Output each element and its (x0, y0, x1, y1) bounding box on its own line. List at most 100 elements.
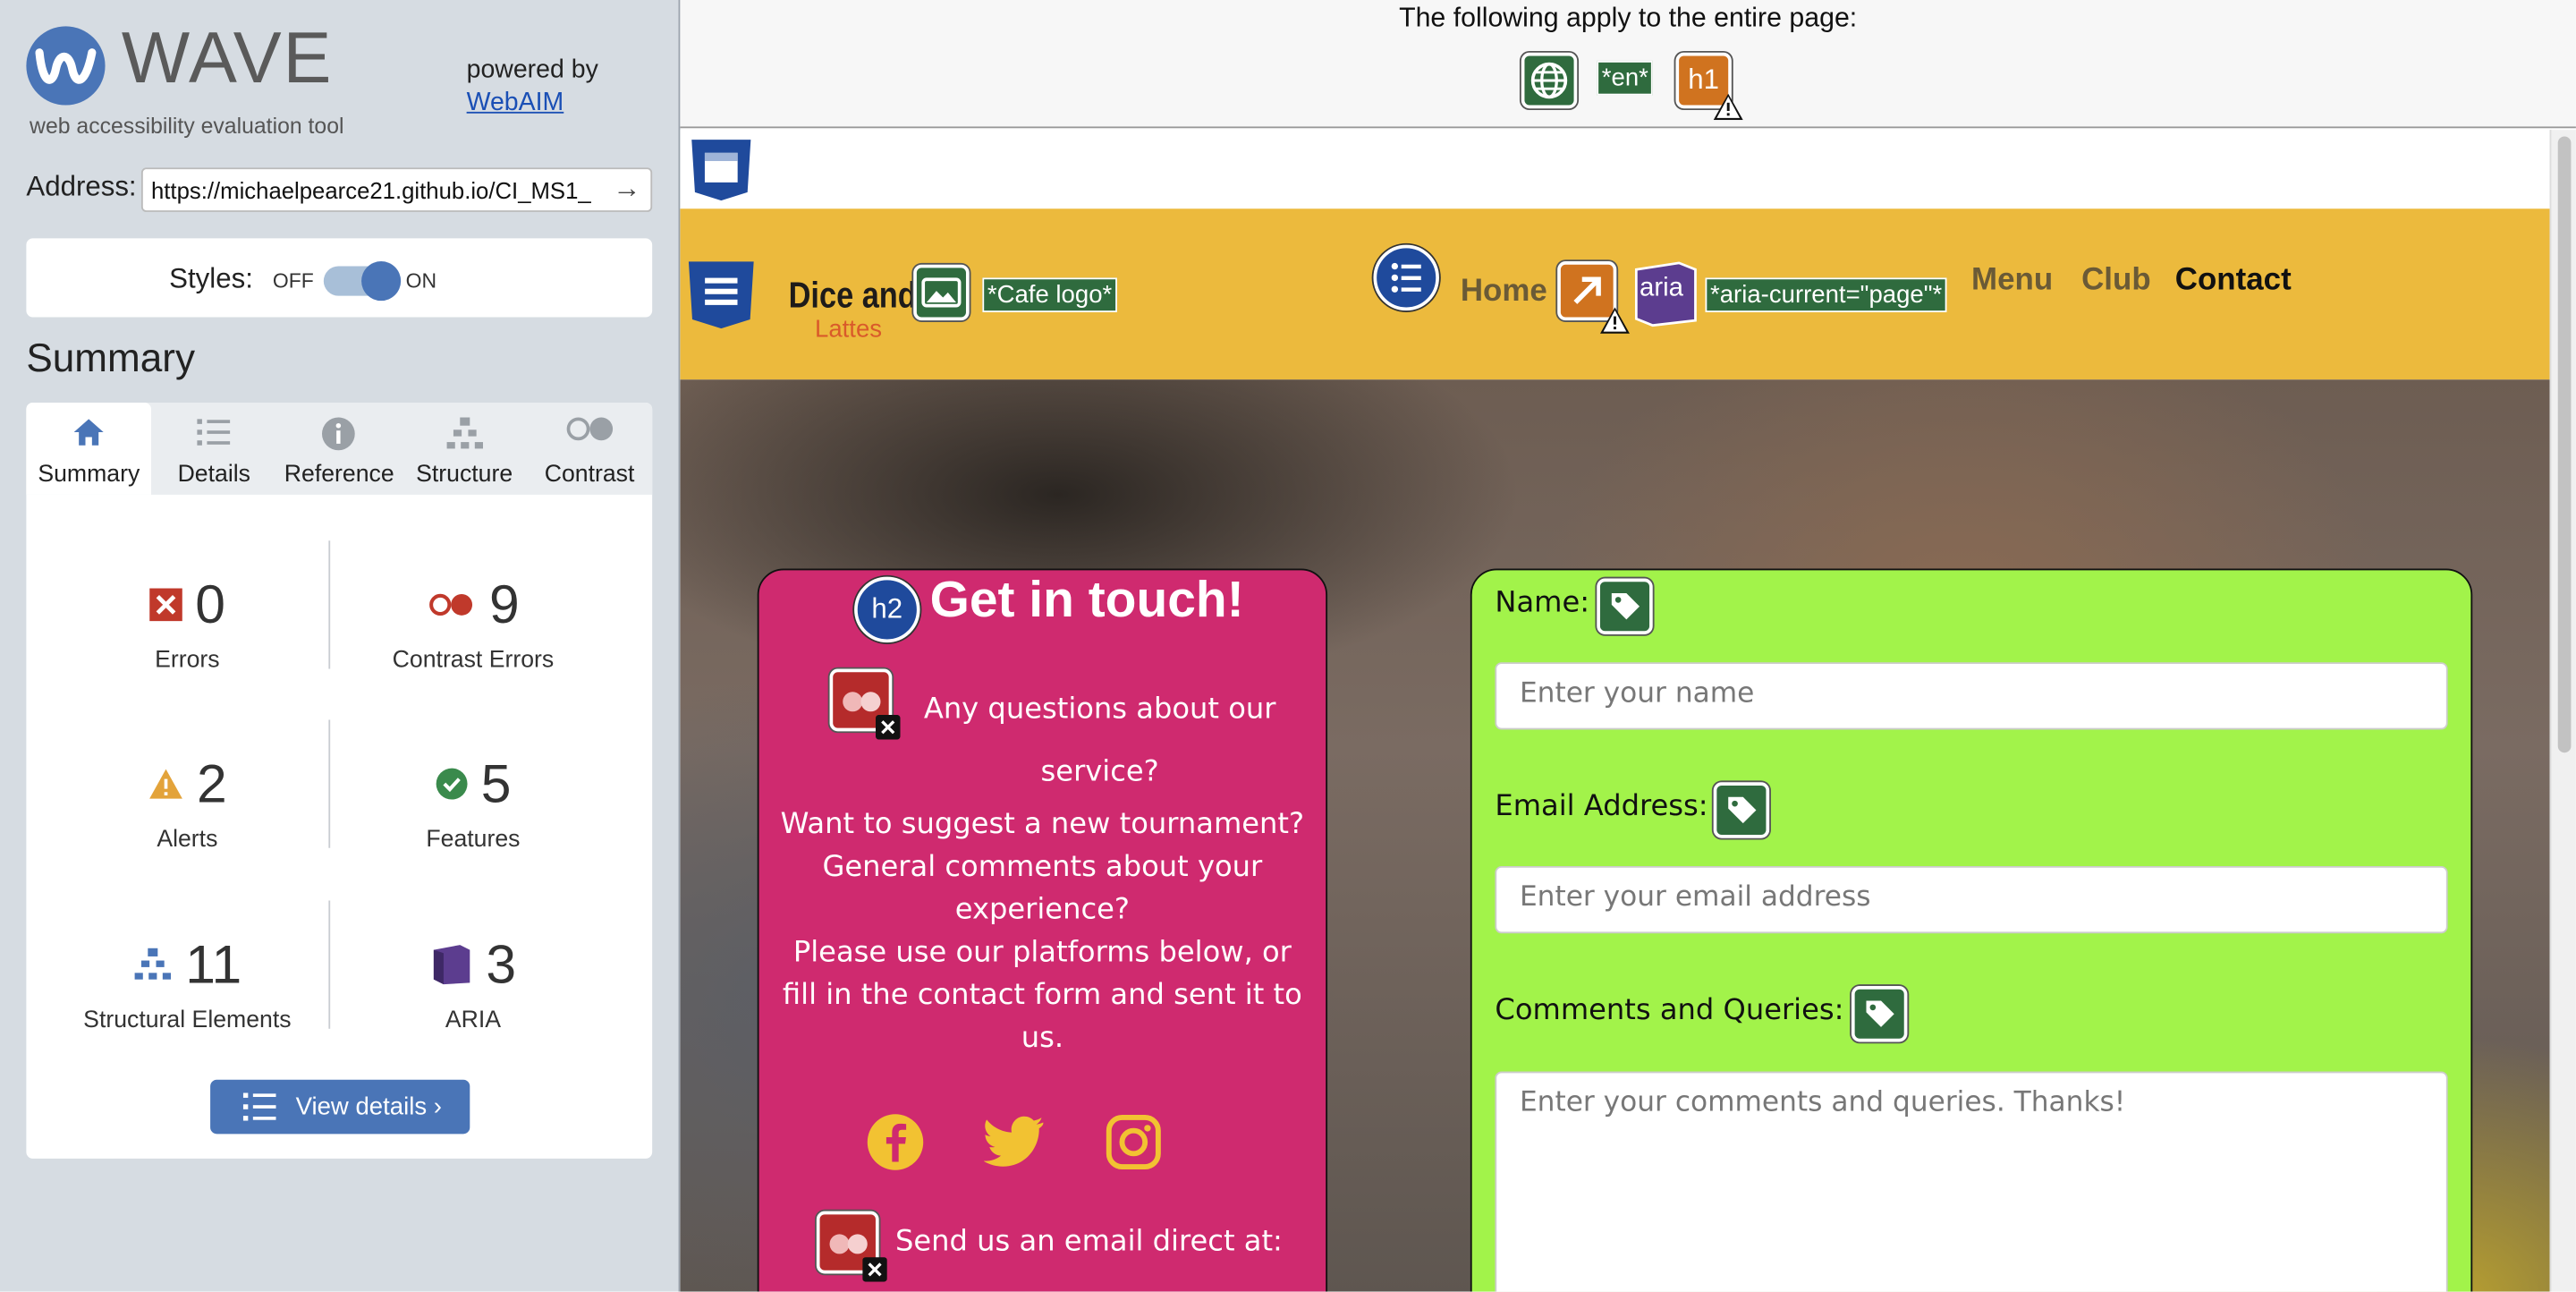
h1-alert-icon[interactable]: h1 (1675, 52, 1743, 121)
contact-line3-text: General comments about your experience? (822, 851, 1263, 927)
wave-logo-text: WAVE (121, 18, 334, 99)
brand-line1: Dice and (788, 274, 917, 316)
page-wide-text: The following apply to the entire page: (1399, 3, 1858, 33)
feature-check-icon (436, 768, 468, 800)
tab-structure[interactable]: Structure (402, 403, 527, 495)
styles-off-label: OFF (272, 269, 314, 293)
tab-label: Summary (38, 462, 140, 489)
powered-by: powered by WebAIM (467, 55, 598, 120)
h2-badge-text: h2 (871, 593, 903, 625)
name-input[interactable]: Enter your name (1495, 662, 2448, 730)
contact-info-card: h2 Get in touch! Any questions about our… (757, 568, 1328, 1292)
stat-aria[interactable]: 3 ARIA (317, 931, 629, 1033)
list-structure-icon[interactable] (1373, 244, 1439, 311)
errors-label: Errors (155, 647, 220, 675)
contact-line1-text: Any questions about our service? (923, 693, 1276, 789)
stat-structural[interactable]: 11 Structural Elements (31, 931, 343, 1033)
tab-contrast[interactable]: Contrast (527, 403, 652, 495)
label-tag-icon[interactable] (1713, 782, 1770, 838)
site-header: Dice and Lattes *Cafe logo* Home aria *a… (680, 208, 2550, 380)
label-tag-icon[interactable] (1851, 986, 1908, 1042)
tab-label: Reference (284, 462, 394, 489)
wave-logo-icon (26, 26, 106, 106)
wave-logo-subtitle: web accessibility evaluation tool (30, 113, 344, 139)
contrast-error-icon[interactable] (816, 1211, 887, 1282)
aria-attribute-icon[interactable]: aria (1633, 261, 1699, 327)
wave-sidebar: WAVE web accessibility evaluation tool p… (0, 0, 681, 1292)
h2-heading-icon[interactable]: h2 (854, 576, 920, 643)
summary-heading: Summary (26, 336, 195, 382)
home-icon (26, 416, 151, 449)
contrast-errors-count: 9 (488, 574, 520, 634)
name-placeholder: Enter your name (1519, 676, 1755, 710)
label-tag-icon[interactable] (1597, 578, 1653, 634)
tab-reference[interactable]: Reference (276, 403, 402, 495)
image-alt-icon[interactable] (913, 264, 970, 321)
nav-home-link[interactable]: Home (1461, 275, 1547, 310)
stat-errors[interactable]: 0 Errors (31, 572, 343, 674)
header-region-icon[interactable] (689, 136, 754, 208)
comments-label: Comments and Queries: (1495, 994, 1844, 1027)
tab-details[interactable]: Details (151, 403, 276, 495)
nav-menu-link[interactable]: Menu (1971, 263, 2053, 299)
aria-icon (433, 945, 470, 985)
email-direct-text: Send us an email direct at: (895, 1226, 1283, 1259)
styles-toggle[interactable] (323, 261, 402, 302)
facebook-icon[interactable] (866, 1112, 925, 1177)
webaim-link[interactable]: WebAIM (467, 87, 598, 120)
scrollbar-thumb[interactable] (2557, 136, 2572, 753)
stat-features[interactable]: 5 Features (317, 751, 629, 853)
stat-alerts[interactable]: 2 Alerts (31, 751, 343, 853)
address-input[interactable]: https://michaelpearce21.github.io/CI_MS1… (140, 167, 653, 212)
view-details-button[interactable]: View details › (210, 1079, 470, 1135)
alerts-count: 2 (197, 752, 227, 814)
instagram-icon[interactable] (1106, 1114, 1161, 1177)
structure-icon (134, 948, 171, 980)
aria-badge-text: aria (1640, 274, 1684, 302)
view-details-label: View details › (295, 1092, 442, 1121)
tab-label: Details (177, 462, 250, 489)
styles-on-label: ON (405, 269, 437, 293)
structural-label: Structural Elements (83, 1007, 292, 1034)
contact-line2-text: Want to suggest a new tournament? (780, 808, 1305, 842)
comments-textarea[interactable]: Enter your comments and queries. Thanks! (1495, 1071, 2448, 1292)
nav-region-icon[interactable] (685, 258, 758, 336)
twitter-icon[interactable] (983, 1114, 1046, 1177)
arrow-right-icon[interactable]: → (613, 173, 640, 206)
nav-club-link[interactable]: Club (2081, 263, 2151, 299)
info-icon (276, 416, 402, 451)
tab-label: Contrast (544, 462, 635, 489)
language-label: *en* (1597, 60, 1654, 96)
tab-summary[interactable]: Summary (26, 402, 152, 495)
nav-contact-link[interactable]: Contact (2175, 263, 2292, 299)
email-input[interactable]: Enter your email address (1495, 865, 2448, 934)
email-placeholder: Enter your email address (1519, 880, 1871, 914)
redundant-link-alert-icon[interactable] (1557, 261, 1631, 334)
contact-title: Get in touch! (929, 570, 1244, 628)
contact-line4-text: Please use our platforms below, or fill … (782, 936, 1302, 1056)
panel-tabs: Summary Details Reference Structure Cont… (26, 402, 653, 495)
language-globe-icon[interactable] (1521, 52, 1578, 109)
address-value: https://michaelpearce21.github.io/CI_MS1… (150, 177, 591, 204)
evaluated-page: Dice and Lattes *Cafe logo* Home aria *a… (680, 130, 2550, 1292)
page-wide-banner: The following apply to the entire page: … (680, 0, 2576, 129)
list-icon (151, 416, 276, 449)
contrast-errors-label: Contrast Errors (392, 647, 555, 675)
hierarchy-icon (402, 416, 527, 449)
alert-icon (148, 769, 182, 799)
name-label: Name: (1495, 586, 1590, 620)
features-label: Features (426, 826, 521, 854)
stat-contrast-errors[interactable]: 9 Contrast Errors (317, 572, 629, 674)
close-badge-icon (862, 1257, 887, 1282)
tab-label: Structure (416, 462, 513, 489)
styles-label: Styles: (169, 262, 253, 294)
summary-panel: Summary Details Reference Structure Cont… (26, 402, 653, 1159)
structural-count: 11 (185, 933, 242, 995)
toggle-knob (361, 261, 402, 302)
logo-alt-label: *Cafe logo* (982, 277, 1117, 312)
page-scrollbar[interactable] (2549, 130, 2576, 1292)
email-label: Email Address: (1495, 790, 1708, 824)
features-count: 5 (480, 752, 512, 814)
contrast-icon (527, 416, 652, 449)
contrast-error-icon (428, 593, 472, 616)
